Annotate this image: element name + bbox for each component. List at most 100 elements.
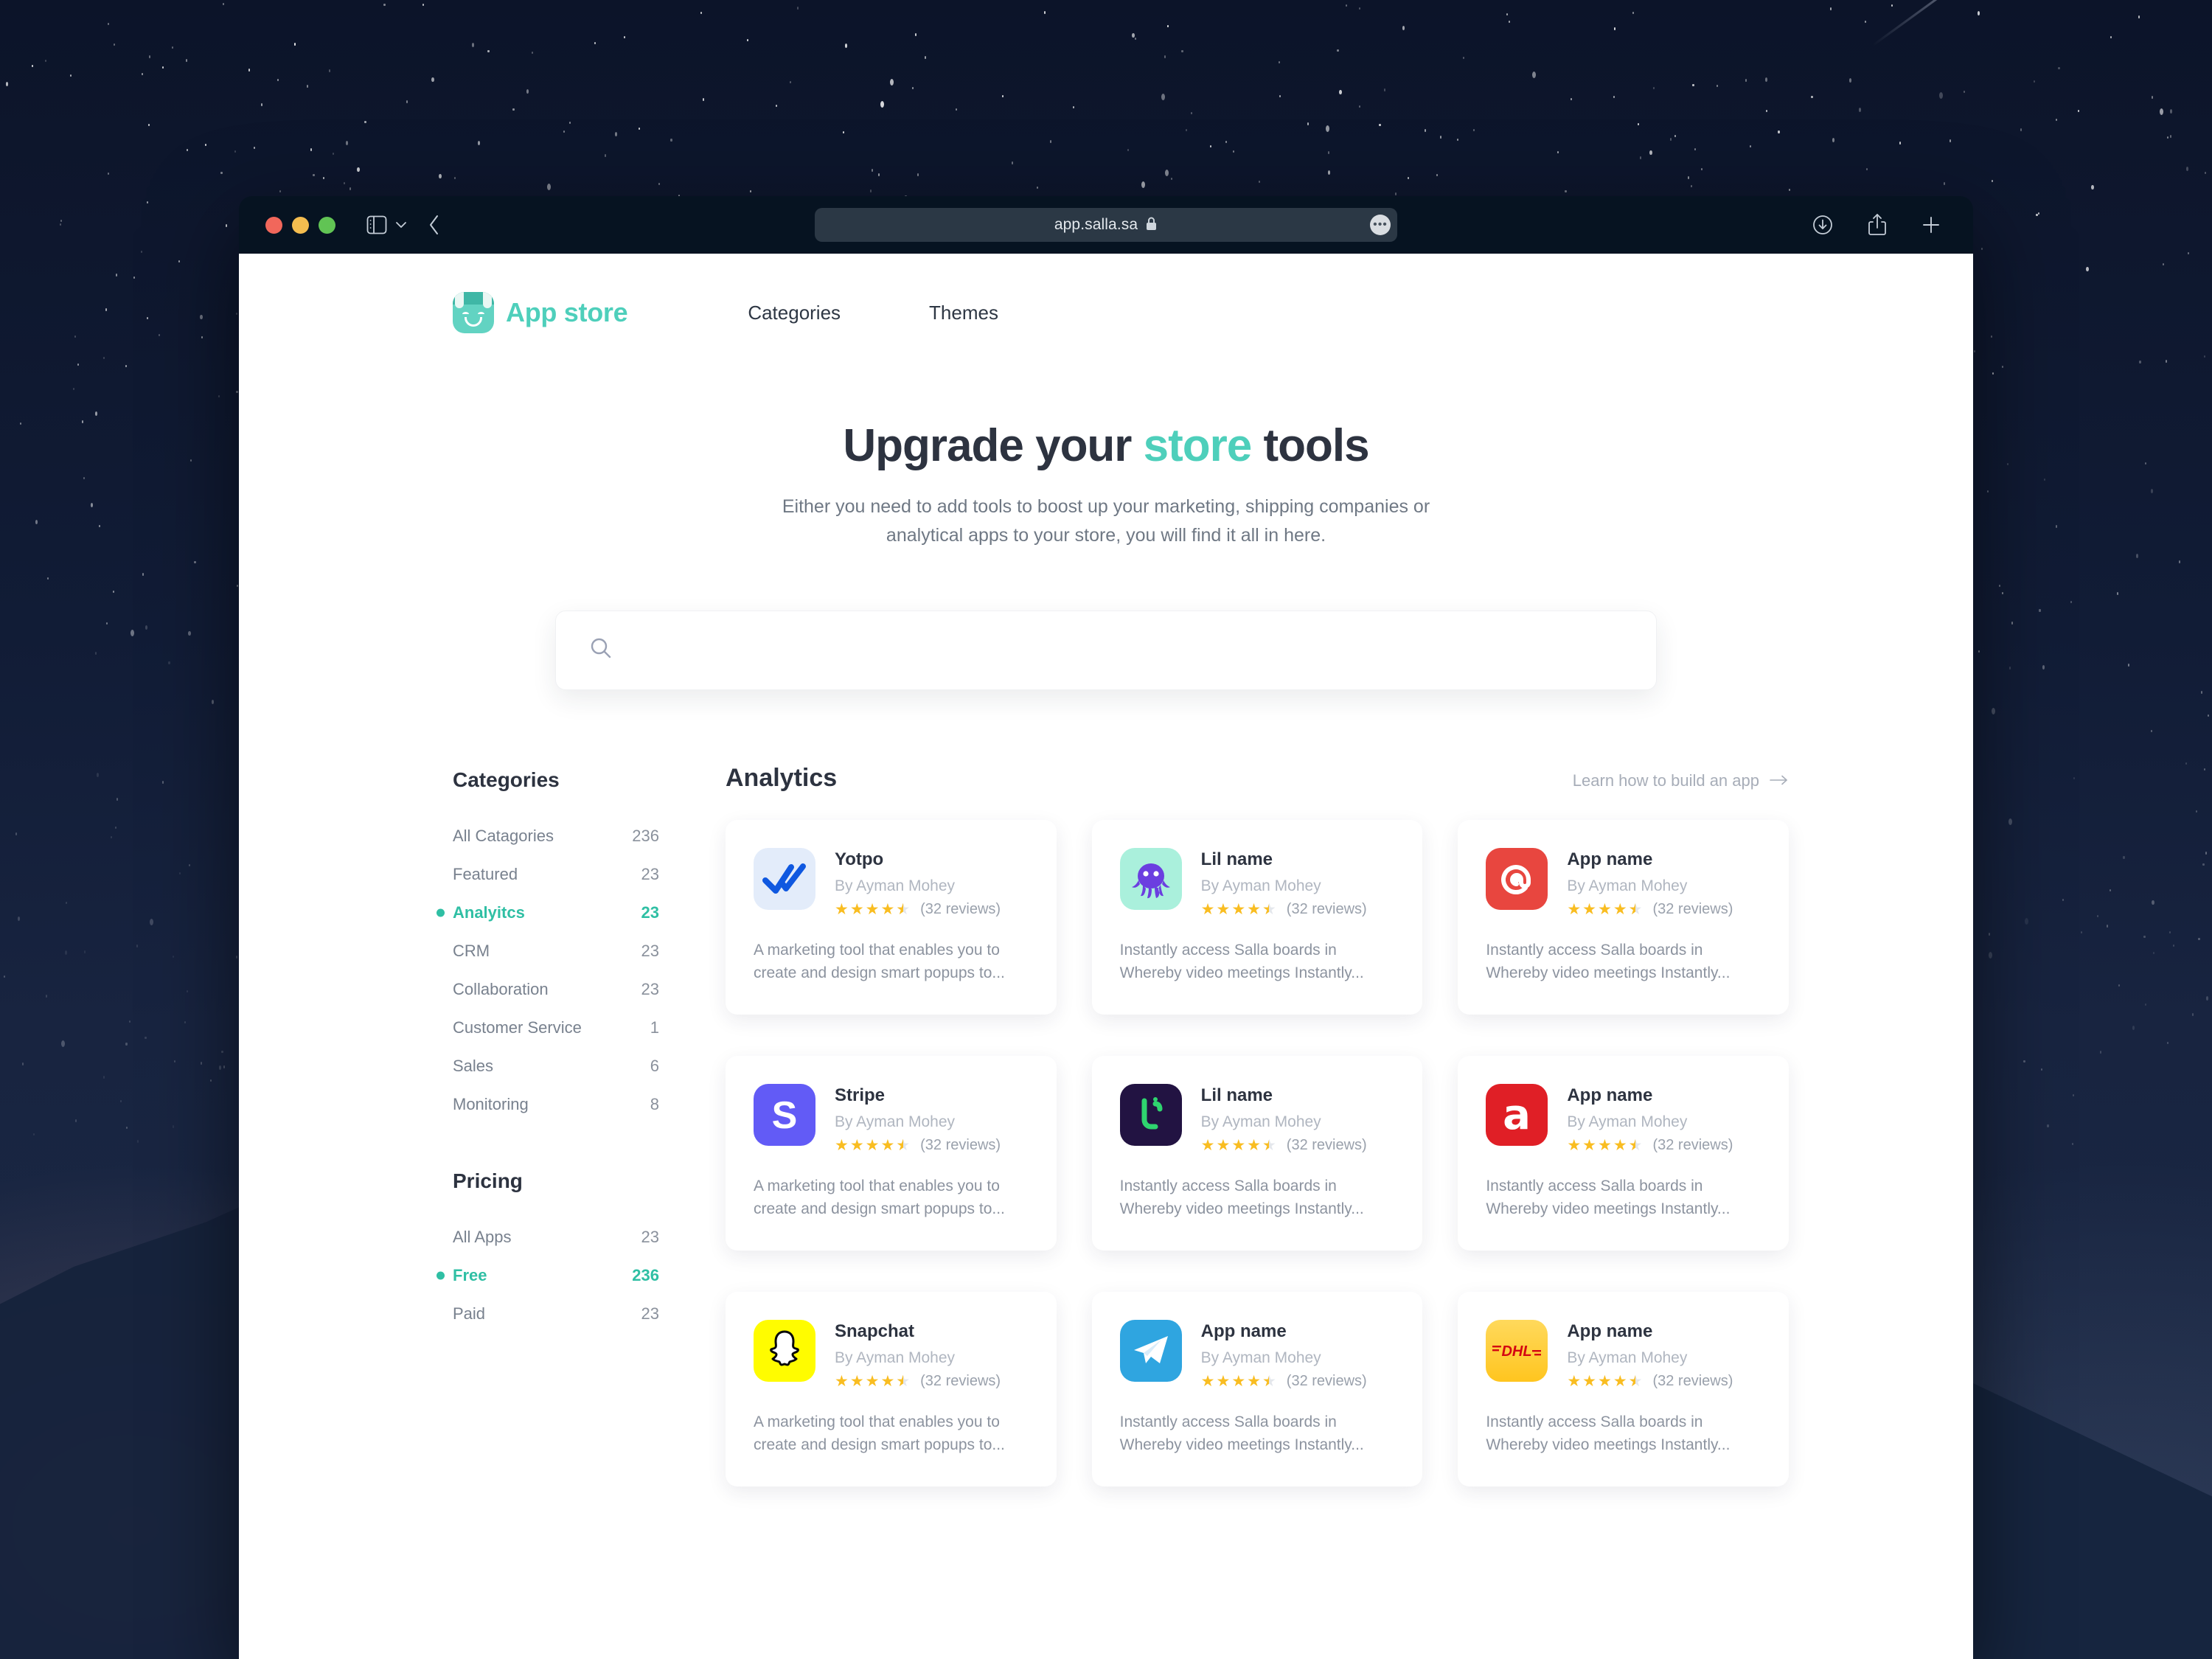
app-card[interactable]: Lil name By Ayman Mohey ★★★★★ (32 review… [1091, 819, 1423, 1015]
app-reviews-count: (32 reviews) [1652, 900, 1733, 917]
learn-how-to-build-an-app-link[interactable]: Learn how to build an app [1573, 771, 1789, 790]
sidebar-item-featured[interactable]: Featured 23 [453, 855, 659, 894]
svg-text:DHL: DHL [1502, 1343, 1532, 1360]
sidebar-item-monitoring[interactable]: Monitoring 8 [453, 1085, 659, 1124]
star-rating-icon: ★ ★ ★ ★ ★ [835, 902, 910, 917]
apps-section-header: Analytics Learn how to build an app [726, 764, 1789, 793]
snapchat-ghost-icon [754, 1319, 815, 1382]
sidebar-item-crm[interactable]: CRM 23 [453, 932, 659, 970]
svg-text:a: a [1503, 1092, 1531, 1138]
app-card-top: DHL App name By Ayman Mohey ★ ★ ★ ★ ★ ★ … [1486, 1319, 1761, 1390]
star-rating-icon: ★ ★ ★ ★ ★ [1201, 1374, 1276, 1389]
sidebar-item-label: Analyitcs [453, 902, 525, 922]
app-card-meta: Stripe By Ayman Mohey ★★★★★ (32 reviews) [835, 1084, 1001, 1154]
app-card-meta: App name By Ayman Mohey ★★★★★ (32 review… [1201, 1320, 1367, 1390]
app-description: A marketing tool that enables you to cre… [754, 1177, 1005, 1218]
app-author: By Ayman Mohey [1567, 1113, 1688, 1130]
app-name: App name [1567, 1085, 1653, 1105]
downloads-icon[interactable] [1811, 213, 1834, 237]
sidebar-item-collaboration[interactable]: Collaboration 23 [453, 970, 659, 1009]
app-card-top: Snapchat By Ayman Mohey ★★★★★ (32 review… [754, 1319, 1029, 1390]
app-reviews-count: (32 reviews) [1286, 900, 1367, 917]
hero-subtitle: Either you need to add tools to boost up… [782, 496, 1430, 546]
back-icon[interactable] [427, 213, 442, 237]
sidebar-item-sales[interactable]: Sales 6 [453, 1047, 659, 1085]
apps-grid: Yotpo By Ayman Mohey ★★★★★ (32 reviews) … [726, 819, 1789, 1486]
app-card-top: App name By Ayman Mohey ★★★★★ (32 review… [1486, 847, 1761, 918]
sidebar-item-count: 236 [632, 1265, 659, 1284]
sidebar-item-all-catagories[interactable]: All Catagories 236 [453, 817, 659, 855]
app-author: By Ayman Mohey [835, 1113, 956, 1130]
page-settings-icon[interactable]: ••• [1370, 215, 1391, 235]
sidebar-item-label: All Catagories [453, 826, 554, 845]
app-card-top: App name By Ayman Mohey ★★★★★ (32 review… [1119, 1319, 1395, 1390]
app-rating: ★★★★★ (32 reviews) [835, 1373, 1001, 1390]
app-card-meta: App name By Ayman Mohey ★★★★★ (32 review… [1567, 848, 1733, 918]
browser-window: app.salla.sa ••• App store Categories Th… [239, 196, 1973, 1659]
app-author: By Ayman Mohey [1200, 877, 1321, 894]
app-author: By Ayman Mohey [1200, 1113, 1321, 1130]
sidebar-item-count: 236 [632, 826, 659, 845]
app-card[interactable]: DHL App name By Ayman Mohey ★ ★ ★ ★ ★ ★ … [1458, 1291, 1789, 1486]
app-name: Lil name [1200, 1085, 1273, 1105]
app-description: Instantly access Salla boards in Whereby… [1119, 941, 1364, 982]
letter-a-icon: a [1486, 1083, 1548, 1146]
salla-glyph-icon [1119, 1083, 1182, 1146]
sidebar-item-analyitcs[interactable]: Analyitcs 23 [453, 894, 659, 932]
app-reviews-count: (32 reviews) [1286, 1136, 1367, 1153]
sidebar-item-label: Featured [453, 864, 518, 883]
minimize-window-icon[interactable] [292, 216, 309, 234]
app-name: Snapchat [835, 1321, 915, 1341]
nav-item-categories[interactable]: Categories [748, 302, 841, 324]
sidebar-item-count: 23 [641, 1227, 659, 1246]
app-reviews-count: (32 reviews) [920, 1372, 1001, 1389]
sidebar-icon[interactable] [366, 215, 387, 234]
maximize-window-icon[interactable] [319, 216, 335, 234]
sidebar-item-all-apps[interactable]: All Apps 23 [453, 1218, 659, 1256]
site-header: App store Categories Themes [239, 254, 1973, 333]
app-name: App name [1567, 1321, 1653, 1341]
app-card-meta: App name By Ayman Mohey ★★★★★ (32 review… [1567, 1084, 1733, 1154]
hero-title-accent: store [1143, 420, 1253, 471]
app-card[interactable]: Lil name By Ayman Mohey ★★★★★ (32 review… [1091, 1055, 1423, 1251]
filters-sidebar: Categories All Catagories 236 Featured 2… [453, 764, 659, 1486]
app-rating: ★★★★★ (32 reviews) [1201, 1137, 1367, 1154]
sidebar-item-customer-service[interactable]: Customer Service 1 [453, 1009, 659, 1047]
double-check-icon [754, 847, 815, 910]
sidebar-item-paid[interactable]: Paid 23 [453, 1295, 659, 1333]
sidebar-item-free[interactable]: Free 236 [453, 1256, 659, 1295]
sidebar-item-count: 23 [641, 864, 659, 883]
categories-block: Categories All Catagories 236 Featured 2… [453, 768, 659, 1124]
hero-title-part2: tools [1251, 420, 1370, 471]
nav-item-themes[interactable]: Themes [929, 302, 998, 324]
app-description: Instantly access Salla boards in Whereby… [1486, 1413, 1731, 1454]
share-icon[interactable] [1867, 212, 1888, 237]
search-bar[interactable] [555, 610, 1657, 690]
app-card[interactable]: a App name By Ayman Mohey ★★★★★ (32 revi… [1458, 1055, 1789, 1251]
star-rating-icon: ★ ★ ★ ★ ★ [1201, 1138, 1276, 1153]
search-input[interactable] [630, 639, 1624, 661]
star-rating-icon: ★ ★ ★ ★ ★ [835, 1138, 910, 1153]
app-card[interactable]: Snapchat By Ayman Mohey ★★★★★ (32 review… [726, 1291, 1057, 1486]
app-store-smiley-bag-icon [453, 292, 494, 333]
sidebar-item-label: Free [453, 1265, 487, 1284]
sidebar-item-label: Sales [453, 1056, 494, 1075]
sidebar-item-count: 23 [641, 902, 659, 922]
app-reviews-count: (32 reviews) [920, 1136, 1001, 1153]
app-card-top: Yotpo By Ayman Mohey ★★★★★ (32 reviews) [754, 847, 1029, 918]
page-viewport: App store Categories Themes Upgrade your… [239, 254, 1973, 1659]
address-bar[interactable]: app.salla.sa ••• [815, 208, 1397, 242]
site-logo[interactable]: App store [453, 292, 628, 333]
sidebar-item-label: All Apps [453, 1227, 512, 1246]
star-rating-icon: ★ ★ ★ ★ ★ [1567, 1138, 1642, 1153]
chevron-down-icon[interactable] [394, 220, 408, 230]
url-text: app.salla.sa [1054, 216, 1138, 233]
app-card[interactable]: App name By Ayman Mohey ★★★★★ (32 review… [1091, 1291, 1423, 1486]
app-card[interactable]: Yotpo By Ayman Mohey ★★★★★ (32 reviews) … [726, 819, 1057, 1015]
new-tab-icon[interactable] [1920, 214, 1942, 236]
window-traffic-lights[interactable] [265, 216, 335, 234]
app-card[interactable]: S Stripe By Ayman Mohey ★★★★★ (32 review… [726, 1055, 1057, 1251]
close-window-icon[interactable] [265, 216, 282, 234]
star-rating-icon: ★ ★ ★ ★ ★ [1567, 902, 1642, 917]
app-card[interactable]: App name By Ayman Mohey ★★★★★ (32 review… [1458, 819, 1789, 1015]
